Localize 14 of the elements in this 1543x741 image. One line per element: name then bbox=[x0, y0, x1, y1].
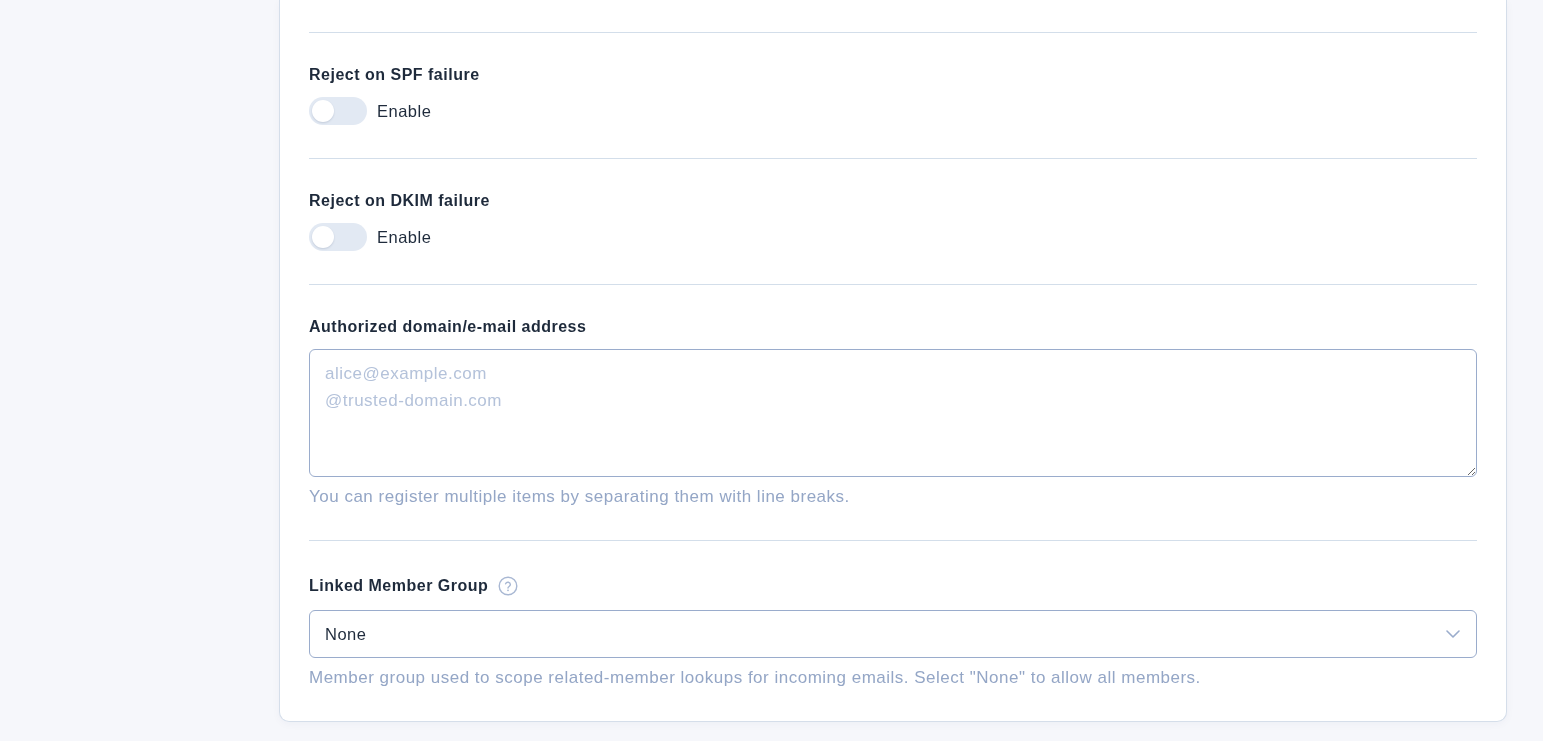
help-text: Member group used to scope related-member lookups for incoming emails. Select "None" to allow all members. bbox=[309, 668, 1202, 688]
toggle-switch[interactable] bbox=[309, 97, 367, 125]
chevron-down-icon bbox=[1446, 630, 1460, 638]
help-icon[interactable] bbox=[498, 576, 519, 596]
textarea-field[interactable]: alice@example.com @trusted-domain.com bbox=[309, 349, 1477, 477]
select-field[interactable]: None bbox=[309, 610, 1477, 658]
help-text: You can register multiple items by separating them with line breaks. bbox=[309, 487, 851, 507]
field-label: Reject on SPF failure bbox=[309, 65, 480, 85]
field-label: Authorized domain/e-mail address bbox=[309, 317, 587, 337]
field-label: Linked Member Group bbox=[309, 576, 489, 596]
toggle-label: Enable bbox=[377, 101, 432, 121]
toggle-switch[interactable] bbox=[309, 223, 367, 251]
field-label: Reject on DKIM failure bbox=[309, 191, 490, 211]
toggle-label: Enable bbox=[377, 227, 432, 247]
